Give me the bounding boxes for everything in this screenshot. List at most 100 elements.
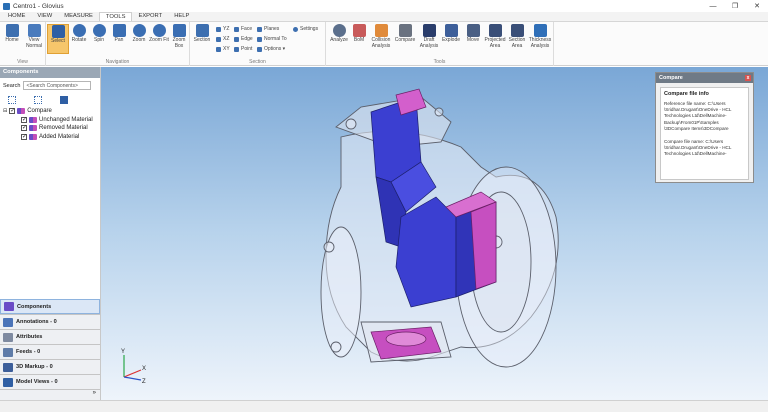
annotations-icon: [3, 317, 13, 327]
status-bar: [0, 400, 768, 412]
tab-measure[interactable]: MEASURE: [58, 12, 99, 21]
tab-tools[interactable]: TOOLS: [98, 12, 133, 21]
compare-panel-header[interactable]: Compare x: [656, 73, 753, 83]
filter-icon[interactable]: [60, 96, 68, 104]
xy-icon: [216, 46, 221, 52]
tree-item-added[interactable]: Added Material: [3, 133, 100, 142]
components-icon: [4, 302, 14, 311]
xz-icon: [216, 36, 221, 42]
feeds-icon: [3, 347, 13, 357]
xy-plane-button[interactable]: XY: [216, 46, 230, 52]
expand-all-icon[interactable]: [8, 96, 16, 104]
collapse-all-icon[interactable]: [34, 96, 42, 104]
home-button[interactable]: Home: [1, 24, 23, 44]
assembly-icon: [17, 108, 26, 115]
part-icon: [29, 133, 37, 140]
zoom-box-button[interactable]: Zoom Box: [168, 24, 190, 49]
part-icon: [29, 116, 37, 123]
edge-button[interactable]: Edge: [234, 36, 253, 42]
cursor-icon: [51, 25, 65, 38]
tab-view[interactable]: VIEW: [31, 12, 58, 21]
edge-icon: [234, 36, 239, 42]
face-button[interactable]: Face: [234, 26, 252, 32]
explode-icon: [444, 24, 458, 37]
checkbox[interactable]: [21, 133, 27, 140]
ribbon-group-view: Home View Normal View: [0, 22, 46, 66]
section-area-button[interactable]: Section Area: [506, 24, 528, 49]
thickness-icon: [533, 24, 547, 37]
nav-components[interactable]: Components: [0, 299, 100, 314]
collision-icon: [374, 24, 388, 37]
minimize-button[interactable]: —: [702, 0, 724, 12]
pan-button[interactable]: Pan: [108, 24, 130, 44]
select-button[interactable]: Select: [47, 24, 69, 54]
view-normal-button[interactable]: View Normal: [23, 24, 45, 49]
yz-icon: [216, 26, 221, 32]
nav-model-views[interactable]: Model Views - 0: [0, 374, 100, 389]
compare-info-box: Compare file info Reference file name: C…: [660, 87, 749, 180]
compare-file-text: Compare file name: C:\Users \Sridhar.Dru…: [664, 139, 732, 157]
nav-overflow[interactable]: »: [0, 389, 100, 400]
normal-to-button[interactable]: Normal To: [257, 36, 287, 42]
spin-icon: [92, 24, 106, 37]
compare-info-title: Compare file info: [664, 91, 709, 97]
point-button[interactable]: Point: [234, 46, 252, 52]
analyze-button[interactable]: Analyze: [328, 24, 350, 44]
maximize-button[interactable]: ❐: [724, 0, 746, 12]
gear-icon: [293, 26, 298, 32]
section-button[interactable]: Section: [191, 24, 213, 44]
tree-item-unchanged[interactable]: Unchanged Material: [3, 116, 100, 125]
checkbox[interactable]: [9, 107, 15, 115]
x-axis-line: [123, 369, 142, 378]
nav-feeds[interactable]: Feeds - 0: [0, 344, 100, 359]
tab-export[interactable]: EXPORT: [132, 12, 168, 21]
close-icon[interactable]: x: [745, 75, 751, 81]
bolt-hole: [330, 341, 342, 353]
compare-button[interactable]: Compare: [394, 24, 416, 44]
ribbon-group-tools: Analyze BoM Collision Analysis Compare D…: [326, 22, 554, 66]
thickness-analysis-button[interactable]: Thickness Analysis: [529, 24, 551, 49]
home-icon: [5, 24, 19, 37]
section-icon: [195, 24, 209, 37]
search-label: Search: [3, 82, 21, 89]
collision-analysis-button[interactable]: Collision Analysis: [370, 24, 392, 49]
zoom-fit-button[interactable]: Zoom Fit: [148, 24, 170, 44]
xz-plane-button[interactable]: XZ: [216, 36, 229, 42]
projected-area-button[interactable]: Projected Area: [484, 24, 506, 49]
close-button[interactable]: ✕: [746, 0, 768, 12]
nav-annotations[interactable]: Annotations - 0: [0, 314, 100, 329]
tree-item-removed[interactable]: Removed Material: [3, 124, 100, 133]
planes-button[interactable]: Planes: [257, 26, 279, 32]
settings-button[interactable]: Settings: [293, 26, 318, 32]
bom-button[interactable]: BoM: [348, 24, 370, 44]
rotate-button[interactable]: Rotate: [68, 24, 90, 44]
zoom-button[interactable]: Zoom: [128, 24, 150, 44]
spin-button[interactable]: Spin: [88, 24, 110, 44]
zoom-fit-icon: [152, 24, 166, 37]
move-button[interactable]: Move: [462, 24, 484, 44]
options-dropdown[interactable]: Options ▾: [257, 46, 285, 52]
yz-plane-button[interactable]: YZ: [216, 26, 229, 32]
nav-3d-markup[interactable]: 3D Markup - 0: [0, 359, 100, 374]
options-icon: [257, 46, 262, 52]
nav-attributes[interactable]: Attributes: [0, 329, 100, 344]
component-tree: ⊟ Compare Unchanged Material Removed Mat…: [0, 107, 100, 141]
panel-nav: Components Annotations - 0 Attributes Fe…: [0, 299, 100, 400]
tab-home[interactable]: HOME: [2, 12, 31, 21]
view-normal-icon: [27, 24, 41, 37]
model-views-icon: [3, 377, 13, 387]
tree-root[interactable]: ⊟ Compare: [3, 107, 100, 116]
draft-analysis-button[interactable]: Draft Analysis: [418, 24, 440, 49]
collapse-icon[interactable]: ⊟: [3, 108, 7, 114]
checkbox[interactable]: [21, 116, 27, 123]
analyze-icon: [332, 24, 346, 37]
app-logo-icon: [3, 2, 10, 10]
explode-button[interactable]: Explode: [440, 24, 462, 44]
checkbox[interactable]: [21, 124, 27, 132]
move-icon: [466, 24, 480, 37]
bolt-hole: [345, 118, 357, 130]
chevron-double-icon[interactable]: »: [93, 390, 96, 396]
search-input[interactable]: <Search Components>: [23, 81, 92, 90]
projected-area-icon: [488, 24, 502, 37]
tab-help[interactable]: HELP: [168, 12, 195, 21]
